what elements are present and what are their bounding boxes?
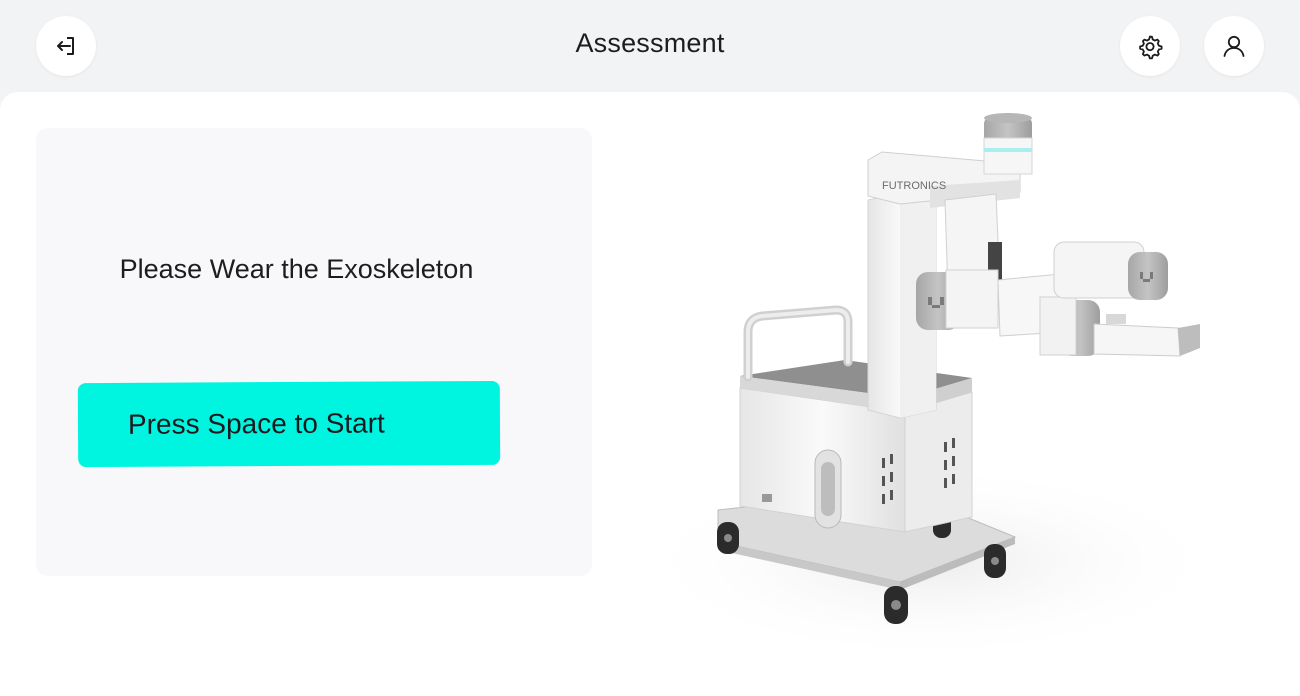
start-button[interactable]: Press Space to Start [77,380,501,468]
profile-button[interactable] [1204,16,1264,76]
top-bar: Assessment [0,0,1300,92]
settings-button[interactable] [1120,16,1180,76]
instruction-text: Please Wear the Exoskeleton [119,254,474,284]
main-content: Please Wear the Exoskeleton Press Space … [0,92,1300,696]
gear-icon [1139,35,1163,60]
start-button-label: Press Space to Start [127,407,385,440]
user-icon [1223,35,1245,57]
exoskeleton-device-image: FUTRONICS [630,113,1230,662]
instruction-panel [36,128,592,576]
device-brand-label: FUTRONICS [882,180,946,192]
page-title: Assessment [575,28,725,58]
